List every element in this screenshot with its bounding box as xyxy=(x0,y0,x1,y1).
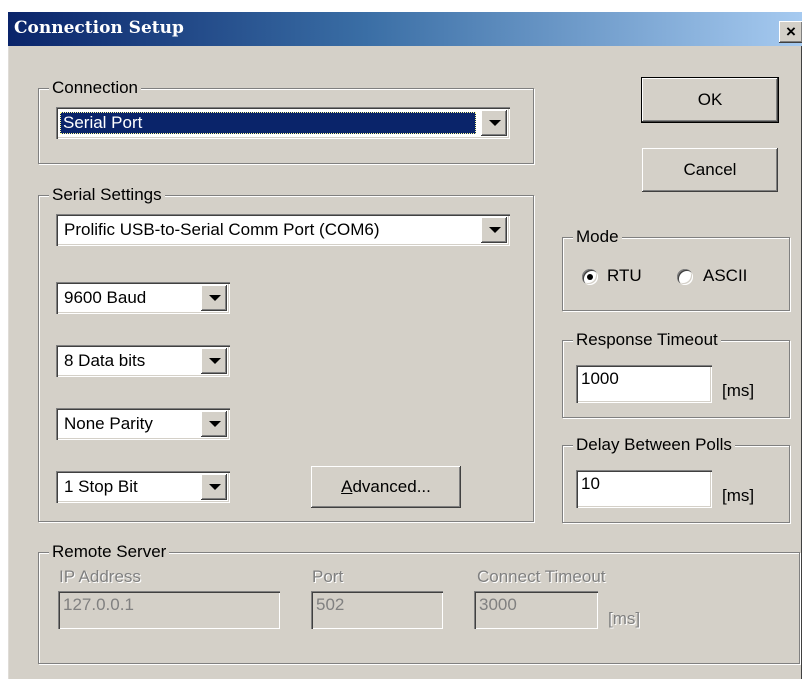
remote-server-group-label: Remote Server xyxy=(49,541,170,563)
cancel-button[interactable]: Cancel xyxy=(642,148,778,192)
response-timeout-group: Response Timeout 1000 [ms] xyxy=(562,329,790,418)
response-timeout-label: Response Timeout xyxy=(573,329,721,351)
delay-between-polls-value: 10 xyxy=(581,474,600,493)
response-timeout-unit: [ms] xyxy=(722,381,755,400)
delay-between-polls-group: Delay Between Polls 10 [ms] xyxy=(562,434,790,523)
mode-group-label: Mode xyxy=(573,226,622,248)
serial-port-value: Prolific USB-to-Serial Comm Port (COM6) xyxy=(64,220,380,239)
parity-value: None Parity xyxy=(64,414,153,433)
radio-ascii[interactable] xyxy=(677,269,693,285)
window-title: Connection Setup xyxy=(14,18,184,38)
delay-between-polls-unit: [ms] xyxy=(722,486,755,505)
cancel-button-label: Cancel xyxy=(683,160,737,179)
serial-settings-group-label: Serial Settings xyxy=(49,184,165,206)
baud-rate-select[interactable]: 9600 Baud xyxy=(56,282,230,314)
stop-bits-value: 1 Stop Bit xyxy=(64,477,138,496)
advanced-button-label: Advanced... xyxy=(341,477,431,496)
chevron-down-icon[interactable] xyxy=(201,348,227,374)
ip-address-label: IP Address xyxy=(59,567,141,586)
close-icon[interactable]: × xyxy=(779,21,802,43)
connect-timeout-value: 3000 xyxy=(479,595,517,614)
response-timeout-input[interactable]: 1000 xyxy=(576,365,712,403)
connect-timeout-field[interactable]: 3000 xyxy=(474,591,598,629)
port-label: Port xyxy=(312,567,344,586)
radio-rtu-label[interactable]: RTU xyxy=(607,266,642,286)
remote-server-group: Remote Server IP Address 127.0.0.1 Port … xyxy=(38,541,800,664)
chevron-down-icon[interactable] xyxy=(201,411,227,437)
connection-type-select[interactable]: Serial Port xyxy=(56,107,510,139)
connection-group-label: Connection xyxy=(49,77,142,99)
radio-ascii-label[interactable]: ASCII xyxy=(703,266,747,286)
ip-address-value: 127.0.0.1 xyxy=(63,595,134,614)
mode-group: Mode RTU ASCII xyxy=(562,226,790,311)
serial-settings-group: Serial Settings Prolific USB-to-Serial C… xyxy=(38,184,534,522)
connect-timeout-unit: [ms] xyxy=(608,609,641,628)
data-bits-select[interactable]: 8 Data bits xyxy=(56,345,230,377)
data-bits-value: 8 Data bits xyxy=(64,351,146,370)
advanced-button[interactable]: Advanced... xyxy=(311,466,461,508)
response-timeout-value: 1000 xyxy=(581,369,619,388)
title-bar[interactable]: Connection Setup × xyxy=(8,12,802,46)
chevron-down-icon[interactable] xyxy=(201,285,227,311)
port-field[interactable]: 502 xyxy=(311,591,443,629)
serial-port-select[interactable]: Prolific USB-to-Serial Comm Port (COM6) xyxy=(56,214,510,246)
chevron-down-icon[interactable] xyxy=(481,217,507,243)
ok-button-label: OK xyxy=(697,90,723,109)
delay-between-polls-input[interactable]: 10 xyxy=(576,470,712,508)
chevron-down-icon[interactable] xyxy=(481,110,507,136)
stop-bits-select[interactable]: 1 Stop Bit xyxy=(56,471,230,503)
connect-timeout-label: Connect Timeout xyxy=(477,567,606,586)
chevron-down-icon[interactable] xyxy=(201,474,227,500)
connection-group: Connection Serial Port xyxy=(38,77,534,164)
connection-type-value: Serial Port xyxy=(60,112,476,134)
port-value: 502 xyxy=(316,595,345,614)
ok-button[interactable]: OK xyxy=(642,78,778,122)
connection-setup-dialog: Connection Setup × Connection Serial Por… xyxy=(8,12,802,679)
parity-select[interactable]: None Parity xyxy=(56,408,230,440)
radio-rtu[interactable] xyxy=(582,269,598,285)
baud-rate-value: 9600 Baud xyxy=(64,288,147,307)
delay-between-polls-label: Delay Between Polls xyxy=(573,434,735,456)
ip-address-field[interactable]: 127.0.0.1 xyxy=(58,591,280,629)
